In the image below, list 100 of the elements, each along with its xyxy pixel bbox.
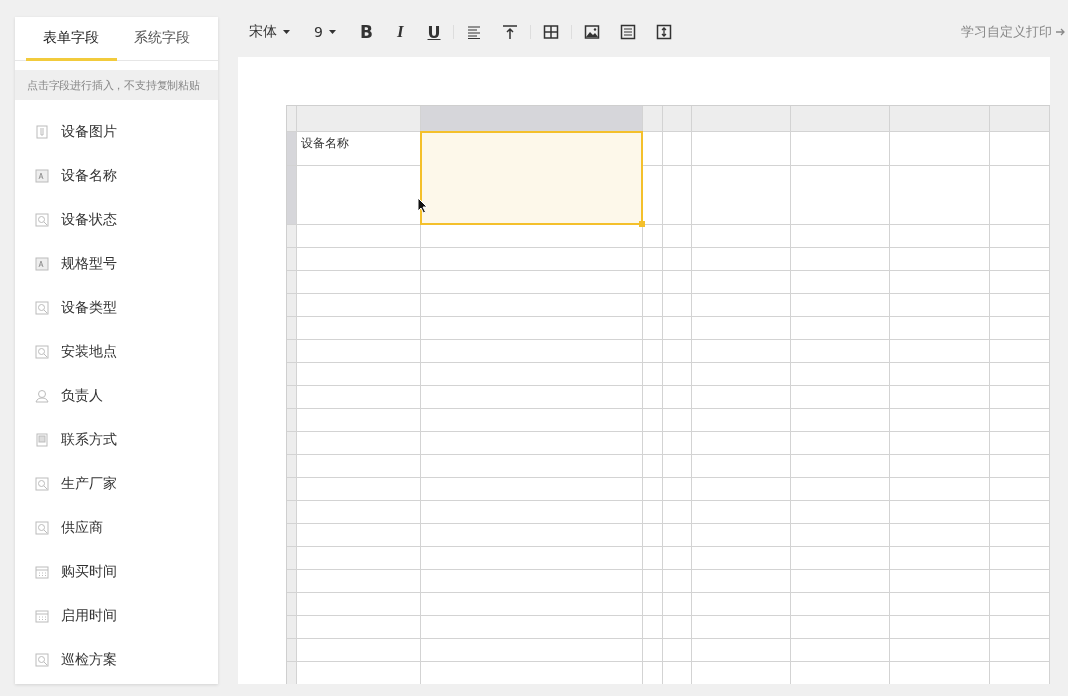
table-cell[interactable]	[692, 524, 791, 547]
field-item[interactable]: 巡检方案	[15, 638, 218, 682]
field-item[interactable]: 设备名称	[15, 154, 218, 198]
table-cell[interactable]	[692, 455, 791, 478]
row-header[interactable]	[287, 639, 297, 662]
table-cell[interactable]	[643, 317, 663, 340]
table-cell[interactable]	[692, 616, 791, 639]
table-cell[interactable]	[421, 524, 643, 547]
table-cell[interactable]	[890, 363, 990, 386]
table-cell[interactable]	[791, 432, 890, 455]
row-header[interactable]	[287, 363, 297, 386]
table-cell[interactable]	[791, 547, 890, 570]
table-cell[interactable]	[421, 639, 643, 662]
table-cell[interactable]	[990, 524, 1050, 547]
table-cell[interactable]	[663, 363, 692, 386]
table-cell[interactable]	[990, 639, 1050, 662]
table-cell[interactable]	[990, 455, 1050, 478]
field-item[interactable]: 设备类型	[15, 286, 218, 330]
table-cell[interactable]	[791, 455, 890, 478]
table-cell[interactable]	[990, 593, 1050, 616]
table-cell[interactable]	[643, 593, 663, 616]
table-cell[interactable]	[791, 225, 890, 248]
row-header[interactable]	[287, 524, 297, 547]
row-header[interactable]	[287, 432, 297, 455]
table-cell[interactable]	[643, 547, 663, 570]
table-cell[interactable]	[297, 432, 421, 455]
table-cell[interactable]	[692, 132, 791, 166]
table-cell[interactable]	[643, 524, 663, 547]
table-cell[interactable]	[663, 340, 692, 363]
text-block-icon[interactable]	[619, 24, 636, 40]
column-header[interactable]	[791, 106, 890, 132]
table-cell[interactable]	[643, 340, 663, 363]
table-cell[interactable]	[890, 166, 990, 225]
table-cell[interactable]	[663, 616, 692, 639]
field-item[interactable]: 设备状态	[15, 198, 218, 242]
field-item[interactable]: 安装地点	[15, 330, 218, 374]
row-header[interactable]	[287, 166, 297, 225]
table-cell[interactable]	[890, 432, 990, 455]
table-cell[interactable]	[692, 340, 791, 363]
table-cell[interactable]	[297, 340, 421, 363]
table-cell[interactable]	[692, 166, 791, 225]
table-cell[interactable]	[890, 248, 990, 271]
table-cell[interactable]	[990, 409, 1050, 432]
table-cell[interactable]	[663, 248, 692, 271]
table-cell[interactable]	[643, 570, 663, 593]
table-cell[interactable]	[643, 271, 663, 294]
table-cell[interactable]	[297, 570, 421, 593]
table-cell[interactable]	[890, 639, 990, 662]
table-cell[interactable]	[990, 166, 1050, 225]
table-cell[interactable]	[990, 432, 1050, 455]
column-header[interactable]	[692, 106, 791, 132]
table-cell[interactable]	[791, 248, 890, 271]
column-header[interactable]	[890, 106, 990, 132]
table-cell[interactable]	[692, 593, 791, 616]
table-cell[interactable]	[297, 547, 421, 570]
table-cell[interactable]	[890, 409, 990, 432]
row-header[interactable]	[287, 455, 297, 478]
table-cell[interactable]	[692, 432, 791, 455]
table-cell[interactable]	[791, 639, 890, 662]
table-cell[interactable]	[663, 317, 692, 340]
row-header[interactable]	[287, 294, 297, 317]
image-icon[interactable]	[583, 24, 600, 40]
table-cell[interactable]	[421, 478, 643, 501]
table-cell[interactable]	[297, 409, 421, 432]
table-cell[interactable]	[692, 317, 791, 340]
table-cell[interactable]	[890, 547, 990, 570]
row-header[interactable]	[287, 570, 297, 593]
table-cell[interactable]	[297, 501, 421, 524]
row-header[interactable]	[287, 386, 297, 409]
table-cell[interactable]	[990, 478, 1050, 501]
table-cell[interactable]	[890, 225, 990, 248]
table-cell[interactable]	[663, 524, 692, 547]
column-header[interactable]	[663, 106, 692, 132]
table-cell[interactable]	[663, 386, 692, 409]
table-cell[interactable]	[890, 132, 990, 166]
table-cell[interactable]	[643, 363, 663, 386]
table-cell[interactable]	[890, 570, 990, 593]
table-cell[interactable]	[663, 501, 692, 524]
row-height-icon[interactable]	[655, 24, 672, 40]
table-cell[interactable]	[663, 478, 692, 501]
row-header[interactable]	[287, 478, 297, 501]
italic-button[interactable]: I	[396, 22, 404, 42]
table-cell[interactable]	[791, 570, 890, 593]
table-cell[interactable]	[421, 317, 643, 340]
table-cell[interactable]	[692, 248, 791, 271]
table-cell[interactable]	[643, 225, 663, 248]
table-cell[interactable]	[890, 455, 990, 478]
table-cell[interactable]	[890, 478, 990, 501]
field-item[interactable]: 负责人	[15, 374, 218, 418]
bold-button[interactable]: B	[359, 22, 373, 42]
table-cell[interactable]	[692, 409, 791, 432]
table-cell[interactable]	[990, 294, 1050, 317]
table-cell[interactable]	[643, 166, 663, 225]
row-header[interactable]	[287, 409, 297, 432]
table-cell[interactable]	[421, 386, 643, 409]
table-cell[interactable]	[421, 363, 643, 386]
underline-button[interactable]: U	[427, 22, 441, 42]
table-cell[interactable]	[421, 501, 643, 524]
table-cell[interactable]	[663, 225, 692, 248]
table-cell[interactable]	[692, 386, 791, 409]
